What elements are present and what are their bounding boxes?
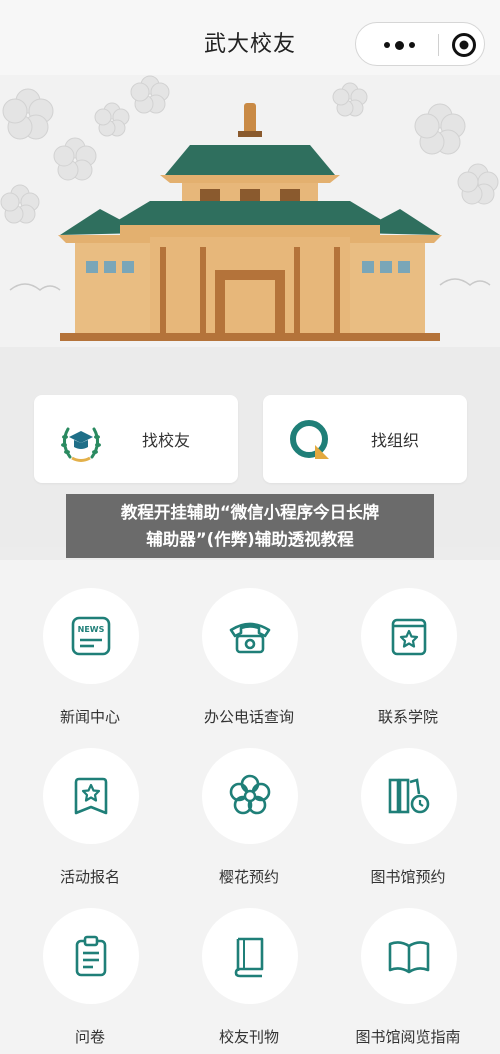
grid-item-library-booking[interactable]: 图书馆预约: [328, 720, 488, 886]
capsule-divider: [438, 34, 439, 56]
grid-item-cherry-blossom-booking[interactable]: 樱花预约: [169, 720, 329, 886]
cherry-blossom-icon: [202, 748, 298, 844]
svg-text:NEWS: NEWS: [78, 625, 105, 634]
clipboard-icon: [43, 908, 139, 1004]
overlay-line-2: 辅助器”(作弊)辅助透视教程: [146, 530, 354, 549]
find-alumni-card[interactable]: 找校友: [34, 395, 238, 483]
mini-program-capsule: [355, 22, 485, 66]
campus-banner[interactable]: [0, 75, 500, 347]
find-alumni-label: 找校友: [142, 431, 191, 450]
overlay-line-1: 教程开挂辅助“微信小程序今日长牌: [120, 503, 380, 522]
grid-item-event-signup[interactable]: 活动报名: [10, 720, 170, 886]
contact-book-icon: [361, 588, 457, 684]
function-grid: NEWS 新闻中心 办公电话查询 联系学院 活动报名 樱花预约 图书馆预约 问卷…: [0, 560, 500, 1054]
grid-item-label: 校友刊物: [218, 1028, 279, 1046]
find-organization-card[interactable]: 找组织: [263, 395, 467, 483]
open-book-icon: [361, 908, 457, 1004]
grid-item-library-reading-guide[interactable]: 图书馆阅览指南: [328, 880, 488, 1046]
star-badge-icon: [43, 748, 139, 844]
library-books-clock-icon: [361, 748, 457, 844]
grid-item-questionnaire[interactable]: 问卷: [10, 880, 170, 1046]
graduation-cap-laurel-icon: [56, 415, 106, 465]
close-mini-program-icon[interactable]: [444, 23, 484, 67]
grid-item-news-center[interactable]: NEWS 新闻中心: [10, 560, 170, 726]
navigation-bar: 武大校友: [0, 0, 500, 80]
grid-item-alumni-publication[interactable]: 校友刊物: [169, 880, 329, 1046]
grid-item-office-phone[interactable]: 办公电话查询: [169, 560, 329, 726]
university-gate-illustration: [0, 75, 499, 341]
find-organization-label: 找组织: [371, 431, 420, 450]
more-menu-icon[interactable]: [374, 23, 424, 67]
book-icon: [202, 908, 298, 1004]
grid-item-contact-college[interactable]: 联系学院: [328, 560, 488, 726]
telephone-icon: [202, 588, 298, 684]
q-logo-icon: [285, 415, 335, 465]
overlay-caption: 教程开挂辅助“微信小程序今日长牌 辅助器”(作弊)辅助透视教程: [66, 494, 434, 558]
grid-item-label: 问卷: [74, 1028, 105, 1046]
grid-item-label: 图书馆阅览指南: [355, 1028, 461, 1046]
news-icon: NEWS: [43, 588, 139, 684]
